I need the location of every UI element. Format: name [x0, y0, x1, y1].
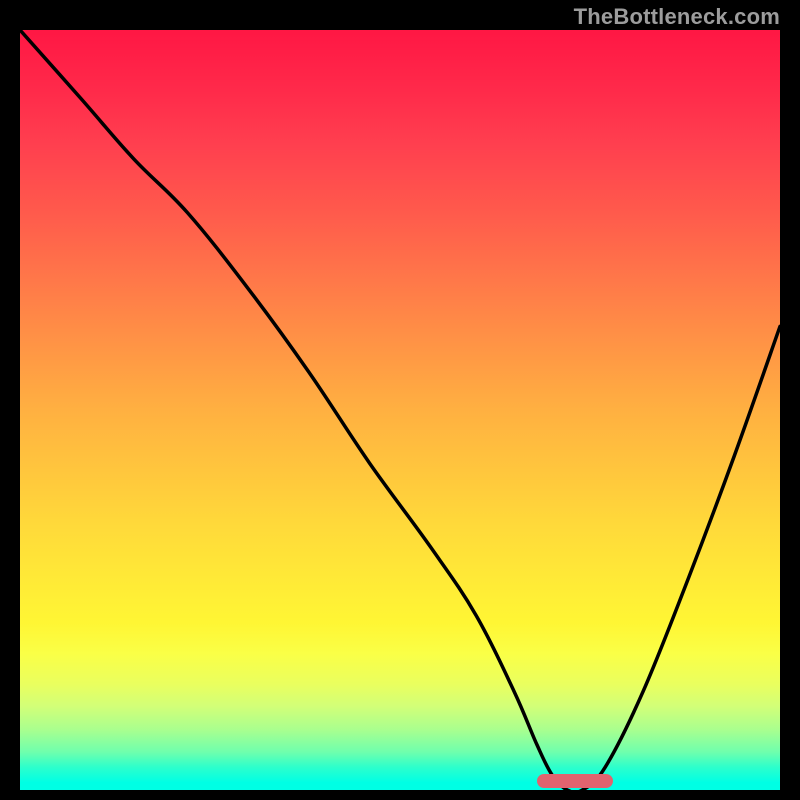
optimal-range-marker — [537, 774, 613, 788]
watermark-text: TheBottleneck.com — [574, 4, 780, 30]
chart-frame — [20, 30, 780, 790]
bottleneck-curve — [20, 30, 780, 790]
